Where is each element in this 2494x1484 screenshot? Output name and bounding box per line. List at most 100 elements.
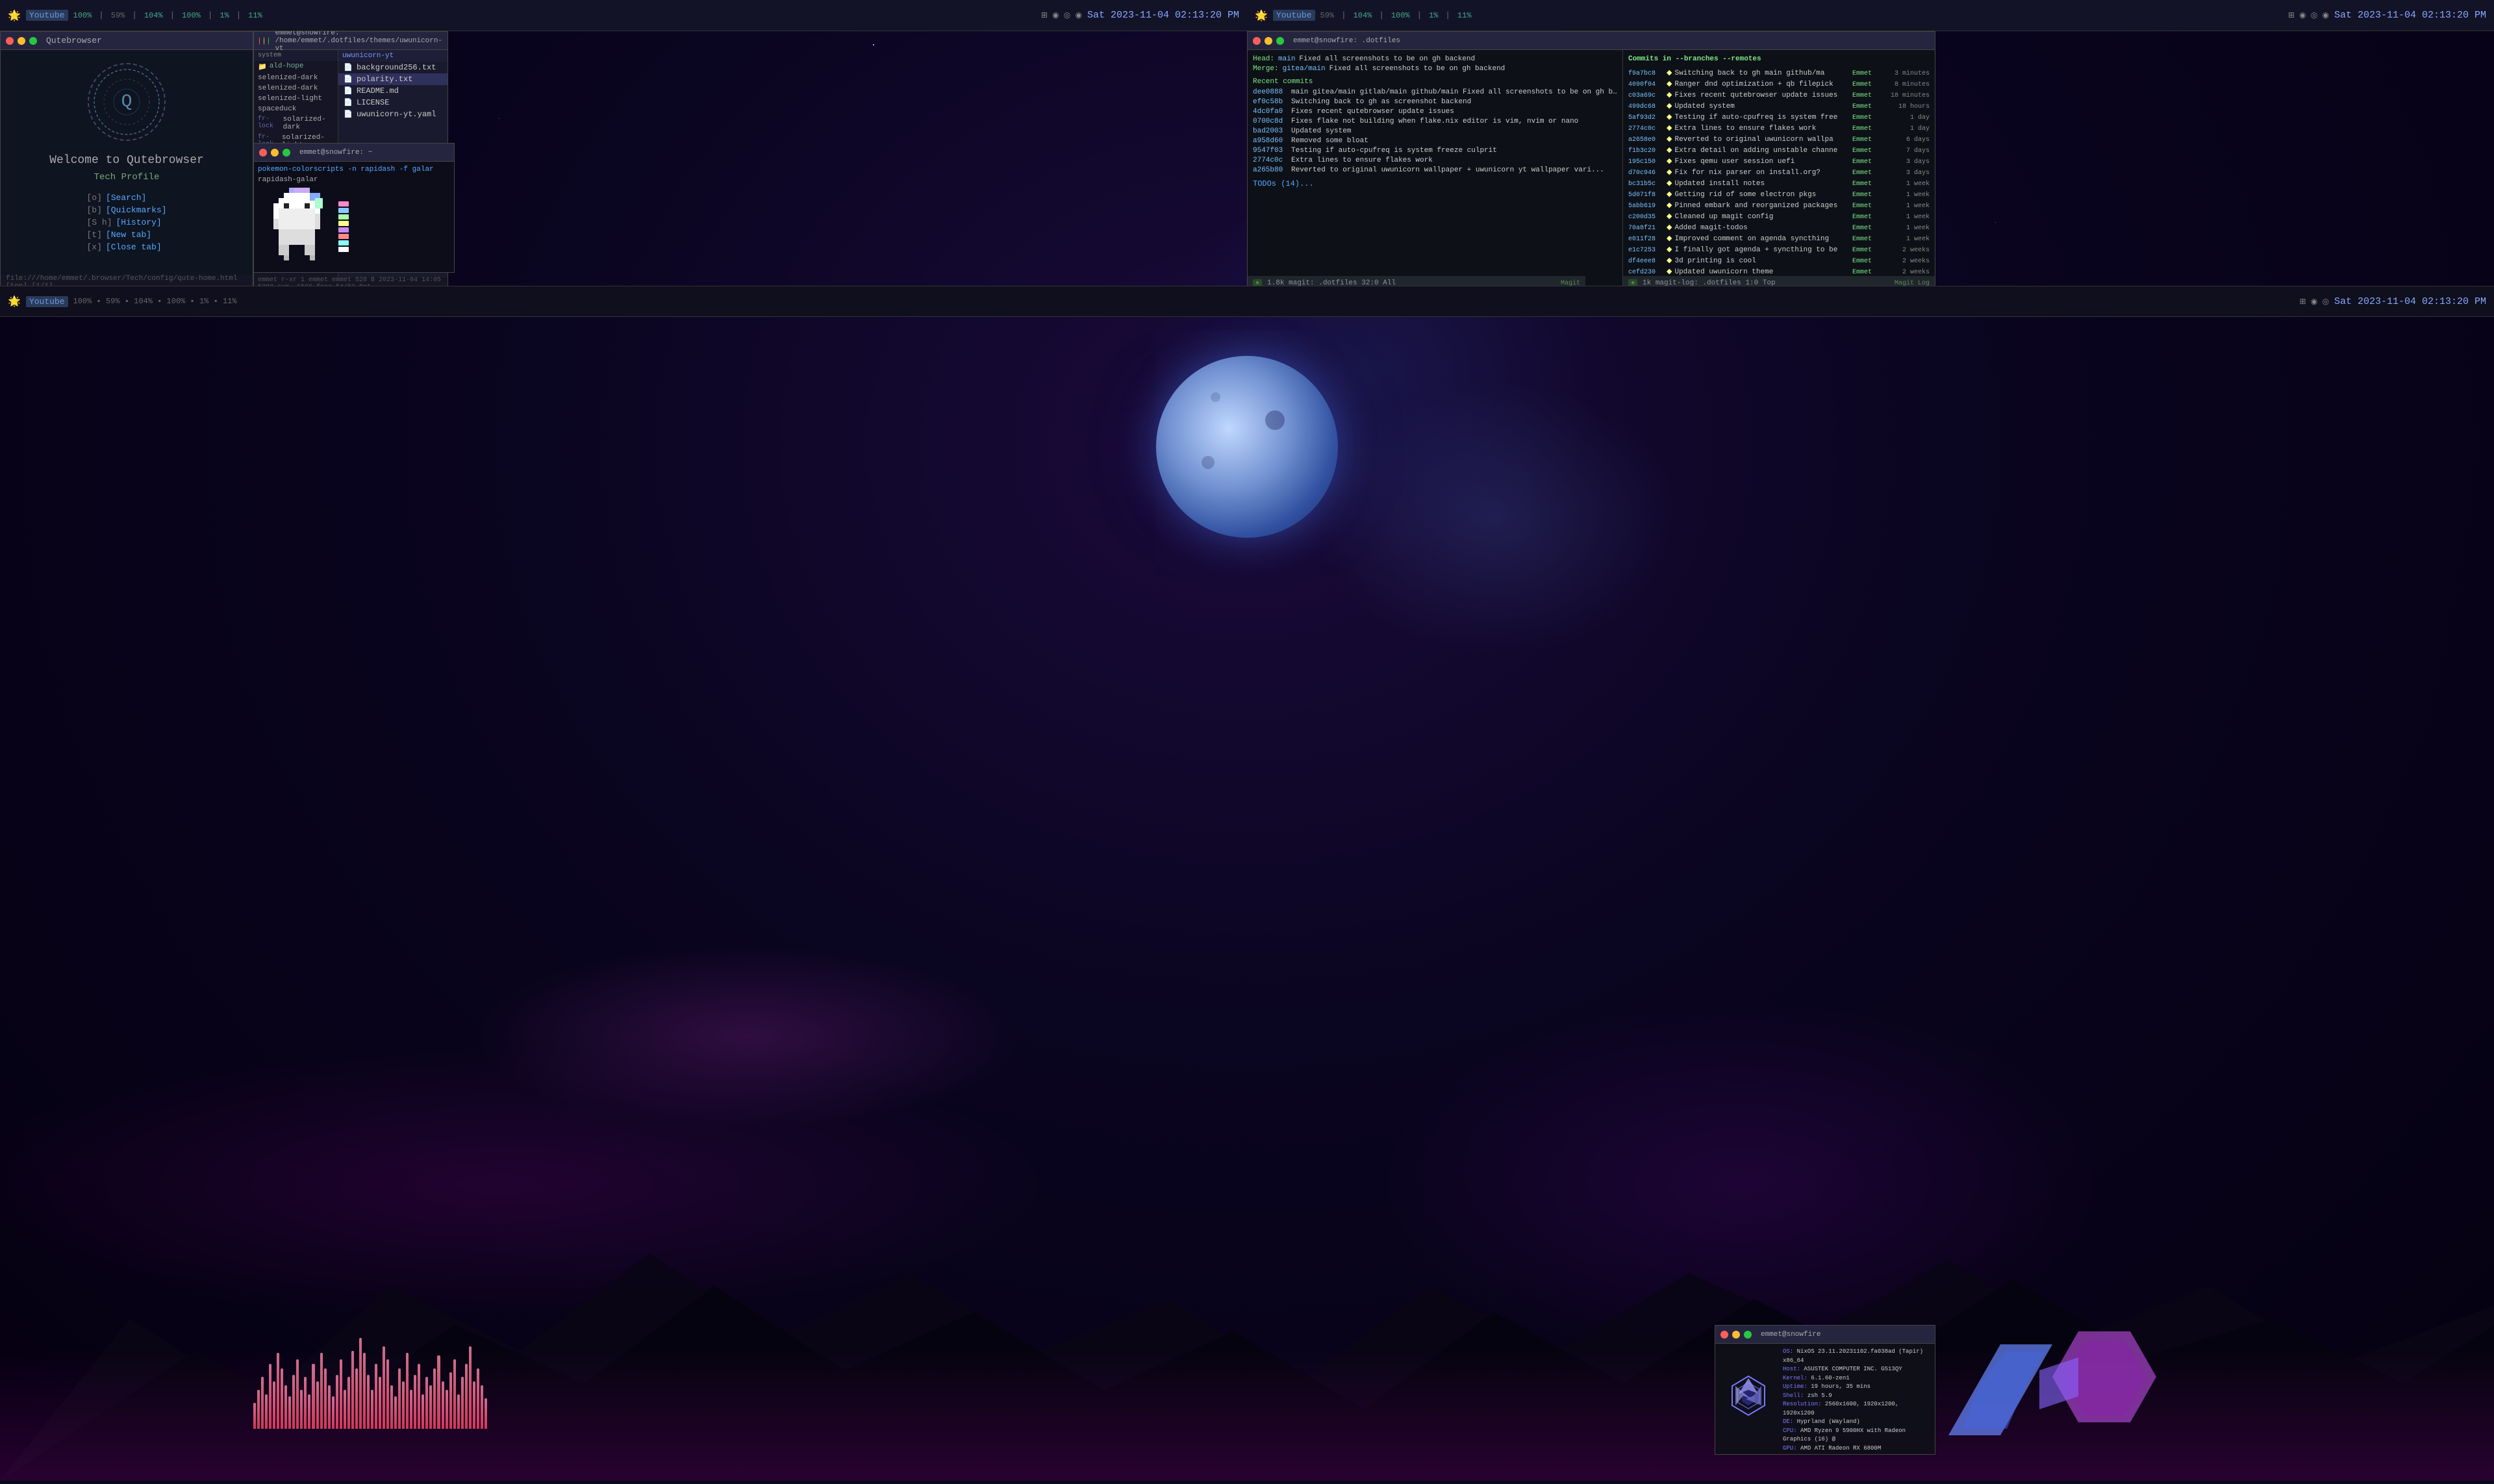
commit-msg: Switching back to gh as screenshot backe… (1291, 98, 1617, 106)
log-msg: Added magit-todos (1674, 224, 1850, 232)
recent-commit-row[interactable]: 9547f03Testing if auto-cpufreq is system… (1253, 147, 1617, 155)
fm-file-readme[interactable]: 📄 README.md (338, 85, 447, 97)
fm-file-license[interactable]: 📄 LICENSE (338, 97, 447, 108)
qute-link-search[interactable]: [o] [Search] (86, 193, 166, 203)
commit-log-row[interactable]: 2774c0c ◆ Extra lines to ensure flakes w… (1628, 123, 1930, 132)
git-window: emmet@snowfire: .dotfiles Head: main Fix… (1247, 31, 1935, 291)
vis-bar (265, 1394, 268, 1429)
commit-log-row[interactable]: 499dc68 ◆ Updated system Emmet 18 hours (1628, 101, 1930, 110)
close-btn[interactable] (6, 37, 14, 45)
recent-commit-row[interactable]: a265b80Reverted to original uwunicorn wa… (1253, 166, 1617, 174)
log-author: Emmet (1852, 225, 1888, 232)
fm-file-icon-4: 📄 (344, 98, 353, 107)
nf-shell-label: Shell: (1783, 1392, 1808, 1399)
vis-bar (465, 1364, 468, 1429)
pokemon-max[interactable] (283, 149, 290, 157)
commit-log-row[interactable]: 4090f04 ◆ Ranger dnd optimization + qb f… (1628, 79, 1930, 88)
sep-icon: 🌟 (8, 295, 21, 308)
commit-log-row[interactable]: d70c946 ◆ Fix for nix parser on install.… (1628, 168, 1930, 177)
log-hash: f9a7bc8 (1628, 70, 1664, 77)
commit-hash: dee0888 (1253, 88, 1289, 96)
commit-log-row[interactable]: c200d35 ◆ Cleaned up magit config Emmet … (1628, 212, 1930, 221)
workspace-tab-youtube-r[interactable]: Youtube (1273, 10, 1315, 21)
qute-link-newtab[interactable]: [t] [New tab] (86, 230, 166, 240)
fm-max-btn[interactable] (268, 37, 269, 45)
commit-log-row[interactable]: df4eee8 ◆ 3d printing is cool Emmet 2 we… (1628, 256, 1930, 265)
recent-commit-row[interactable]: 4dc0fa0Fixes recent qutebrowser update i… (1253, 108, 1617, 116)
min-btn[interactable] (18, 37, 25, 45)
log-hash: cefd230 (1628, 269, 1664, 276)
fm-ald-hope[interactable]: 📁ald-hope (254, 61, 338, 73)
fm-theme1[interactable]: selenized-dark (254, 83, 338, 94)
log-hash: e011f28 (1628, 236, 1664, 243)
vis-bar (481, 1385, 483, 1429)
recent-commit-row[interactable]: 0700c8dFixes flake not building when fla… (1253, 118, 1617, 125)
nf-min[interactable] (1732, 1331, 1740, 1339)
fm-sel-dark1[interactable]: selenized-dark (254, 73, 338, 83)
git-min[interactable] (1265, 37, 1272, 45)
log-hash: c200d35 (1628, 214, 1664, 221)
file-manager-titlebar: emmet@snowfire: /home/emmet/.dotfiles/th… (254, 32, 447, 50)
qute-link-history[interactable]: [S h] [History] (86, 218, 166, 227)
log-bullet: ◆ (1667, 68, 1672, 77)
commit-log-row[interactable]: 5abb619 ◆ Pinned embark and reorganized … (1628, 201, 1930, 210)
workspace-tab-youtube[interactable]: Youtube (26, 10, 68, 21)
recent-commit-row[interactable]: a958d60Removed some bloat (1253, 137, 1617, 145)
commit-log-row[interactable]: e011f28 ◆ Improved comment on agenda syn… (1628, 234, 1930, 243)
fm-file-bg256[interactable]: 📄 background256.txt (338, 62, 447, 73)
topbar-icons-left: ⊞ ◉ ◎ ◉ (1041, 10, 1082, 20)
log-hash: bc31b5c (1628, 181, 1664, 188)
commit-log-row[interactable]: f1b3c20 ◆ Extra detail on adding unstabl… (1628, 145, 1930, 155)
qute-link-closetab[interactable]: [x] [Close tab] (86, 242, 166, 252)
commit-msg: Fixes recent qutebrowser update issues (1291, 108, 1617, 116)
commit-log-row[interactable]: a2658e0 ◆ Reverted to original uwunicorn… (1628, 134, 1930, 144)
git-head-label: Head: (1253, 55, 1274, 63)
commit-msg: main gitea/main gitlab/main github/main … (1291, 88, 1617, 96)
git-close[interactable] (1253, 37, 1261, 45)
log-hash: f1b3c20 (1628, 147, 1664, 155)
log-hash: 195c150 (1628, 158, 1664, 166)
qute-link-quickmarks[interactable]: [b] [Quickmarks] (86, 205, 166, 215)
vis-bar (429, 1385, 432, 1429)
recent-commit-row[interactable]: dee0888main gitea/main gitlab/main githu… (1253, 88, 1617, 96)
commit-log-row[interactable]: 70a8f21 ◆ Added magit-todos Emmet 1 week (1628, 223, 1930, 232)
commit-log-row[interactable]: c03a69c ◆ Fixes recent qutebrowser updat… (1628, 90, 1930, 99)
log-hash: e1c7253 (1628, 247, 1664, 254)
commit-log-row[interactable]: 5d071f8 ◆ Getting rid of some electron p… (1628, 190, 1930, 199)
qute-label-search: [Search] (106, 193, 146, 203)
commit-log-row[interactable]: f9a7bc8 ◆ Switching back to gh main gith… (1628, 68, 1930, 77)
log-author: Emmet (1852, 147, 1888, 155)
fm-file-polarity[interactable]: 📄 polarity.txt (338, 73, 447, 85)
commit-log-row[interactable]: 5af93d2 ◆ Testing if auto-cpufreq is sys… (1628, 112, 1930, 121)
nf-max[interactable] (1744, 1331, 1752, 1339)
qute-logo-svg: Q (91, 66, 162, 138)
recent-commit-row[interactable]: bad2003Updated system (1253, 127, 1617, 135)
git-merge-msg: Fixed all screenshots to be on gh backen… (1329, 65, 1505, 73)
fm-sol-dark[interactable]: fr-locksolarized-dark (254, 114, 338, 132)
fm-theme2[interactable]: selenized-light (254, 94, 338, 104)
log-msg: Getting rid of some electron pkgs (1674, 191, 1850, 199)
nf-close[interactable] (1720, 1331, 1728, 1339)
fm-theme3[interactable]: spaceduck (254, 104, 338, 114)
sep-youtube-tag[interactable]: Youtube (26, 296, 68, 307)
nf-line-kernel: Kernel: 6.1.60-zen1 (1783, 1374, 1931, 1383)
git-max[interactable] (1276, 37, 1284, 45)
max-btn[interactable] (29, 37, 37, 45)
datetime-right: Sat 2023-11-04 02:13:20 PM (2334, 10, 2486, 21)
log-msg: Ranger dnd optimization + qb filepick (1674, 81, 1850, 88)
pokemon-min[interactable] (271, 149, 279, 157)
commit-log-row[interactable]: cefd230 ◆ Updated uwunicorn theme Emmet … (1628, 267, 1930, 276)
fm-file-yaml[interactable]: 📄 uwunicorn-yt.yaml (338, 108, 447, 120)
tag-59-r: 59% (1320, 11, 1335, 20)
recent-commit-row[interactable]: ef0c58bSwitching back to gh as screensho… (1253, 98, 1617, 106)
recent-commit-row[interactable]: 2774c0cExtra lines to ensure flakes work (1253, 157, 1617, 164)
log-author: Emmet (1852, 114, 1888, 121)
vis-bar (449, 1372, 452, 1429)
fm-close-btn[interactable] (259, 37, 260, 45)
commit-log-row[interactable]: e1c7253 ◆ I finally got agenda + syncthi… (1628, 245, 1930, 254)
vis-bar (390, 1385, 393, 1429)
pokemon-close[interactable] (259, 149, 267, 157)
commit-log-row[interactable]: bc31b5c ◆ Updated install notes Emmet 1 … (1628, 179, 1930, 188)
commit-log-row[interactable]: 195c150 ◆ Fixes qemu user session uefi E… (1628, 157, 1930, 166)
sep-icons: ⊞ ◉ ◎ (2300, 297, 2329, 307)
